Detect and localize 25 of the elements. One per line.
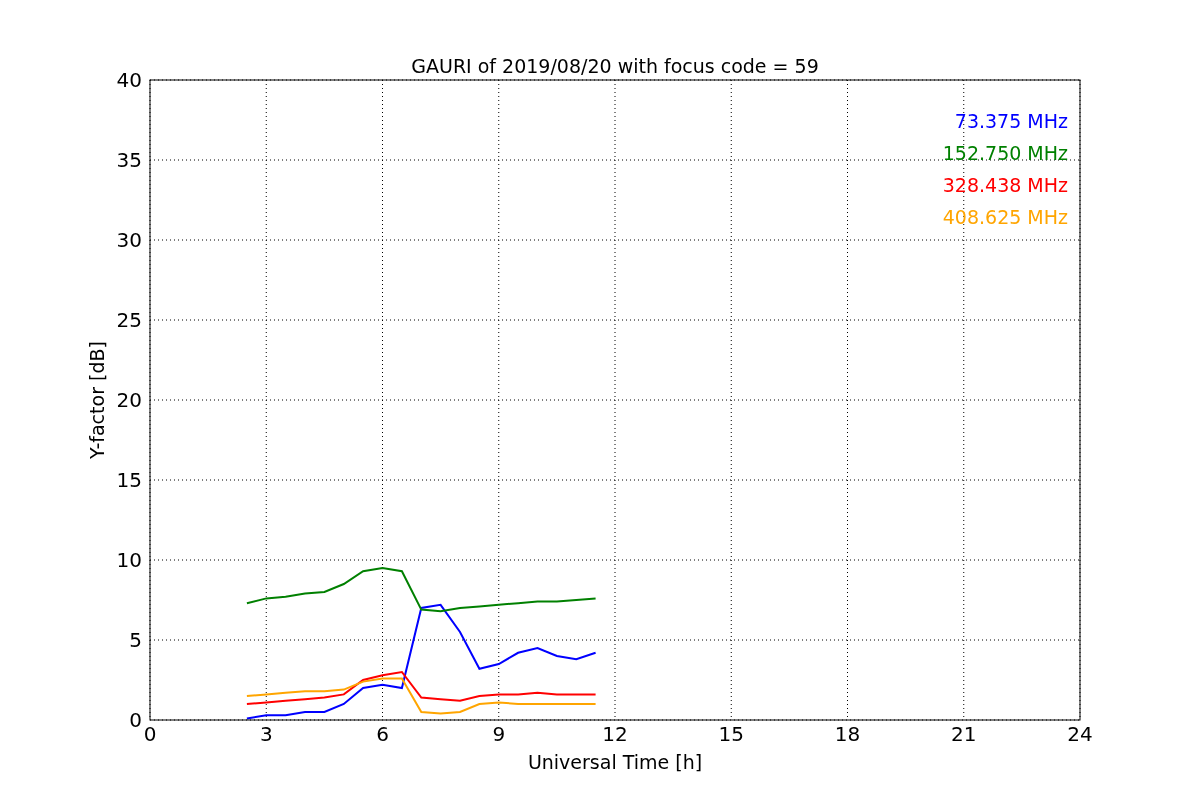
axis-label: Y-factor [dB]: [86, 341, 108, 459]
tick-label: 25: [116, 308, 142, 332]
legend-label: 152.750 MHz: [942, 142, 1068, 164]
tick-label: 21: [951, 722, 977, 746]
tick-label: 40: [116, 68, 142, 92]
tick-label: 9: [492, 722, 506, 746]
tick-label: 30: [116, 228, 142, 252]
tick-label: 24: [1067, 722, 1093, 746]
tick-label: 15: [718, 722, 744, 746]
tick-label: 12: [602, 722, 628, 746]
axis-label: Universal Time [h]: [527, 751, 703, 773]
tick-label: 3: [259, 722, 273, 746]
tick-label: 10: [116, 548, 142, 572]
tick-label: 5: [129, 628, 142, 652]
tick-label: 0: [129, 708, 142, 732]
tick-label: 20: [116, 388, 142, 412]
legend-label: 328.438 MHz: [942, 174, 1068, 196]
tick-label: 15: [116, 468, 142, 492]
tick-label: 18: [834, 722, 861, 746]
legend-label: 408.625 MHz: [942, 206, 1068, 228]
tick-label: 6: [376, 722, 389, 746]
legend-label: 73.375 MHz: [954, 110, 1068, 132]
tick-label: 35: [116, 148, 142, 172]
chart-title: GAURI of 2019/08/20 with focus code = 59: [411, 55, 819, 77]
tick-label: 0: [143, 722, 157, 746]
